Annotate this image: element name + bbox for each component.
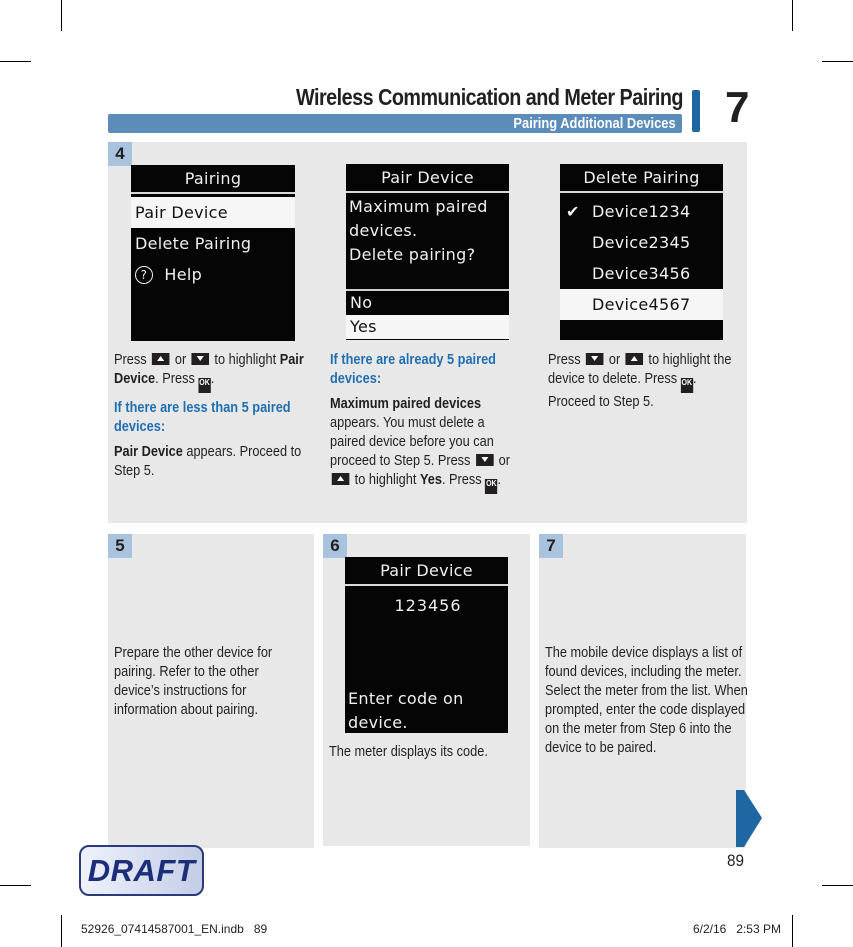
- meter-screen-delete-pairing: Delete Pairing ✔ Device1234 Device2345 De…: [560, 164, 723, 340]
- ok-button-icon: OK: [680, 378, 693, 393]
- option-no: No: [350, 293, 373, 312]
- meter-screen-pairing: Pairing Pair Device Delete Pairing ? Hel…: [131, 165, 295, 341]
- step-6-panel: 6 Pair Device 123456 Enter code on devic…: [323, 534, 530, 846]
- crop-mark: [822, 885, 853, 886]
- device-item: Device2345: [592, 233, 691, 252]
- step-5-panel: 5 Prepare the other device for pairing. …: [108, 534, 314, 848]
- ok-button-icon: OK: [485, 479, 498, 494]
- condition-heading: If there are less than 5 paired devices:: [114, 400, 291, 435]
- option-yes: Yes: [346, 315, 509, 339]
- condition-heading: If there are already 5 paired devices:: [330, 352, 496, 387]
- screen-message-line: device.: [348, 713, 408, 732]
- step-number: 7: [539, 534, 563, 558]
- down-button-icon: [475, 454, 494, 466]
- help-icon: ?: [135, 266, 153, 284]
- step-number: 5: [108, 534, 132, 558]
- next-page-arrow-icon: [736, 790, 762, 847]
- crop-mark: [822, 61, 853, 62]
- footer-filename: 52926_07414587001_EN.indb 89: [81, 922, 268, 936]
- page-number: 89: [726, 851, 744, 870]
- step-number: 4: [108, 142, 132, 166]
- section-subtitle: Pairing Additional Devices: [513, 115, 676, 132]
- checkmark-icon: ✔: [566, 202, 580, 221]
- meter-screen-max-paired: Pair Device Maximum paired devices. Dele…: [346, 164, 509, 340]
- up-button-icon: [151, 353, 170, 365]
- step-number: 6: [323, 534, 347, 558]
- menu-item-help: ? Help: [131, 259, 295, 290]
- meter-screen-pair-code: Pair Device 123456 Enter code on device.: [345, 557, 508, 733]
- screen-message-line: Enter code on: [348, 689, 464, 708]
- ok-button-icon: OK: [198, 378, 211, 393]
- footer-timestamp: 6/2/16 2:53 PM: [692, 922, 781, 936]
- step-4-text-col1: Press or to highlight Pair Device. Press…: [114, 351, 308, 487]
- down-button-icon: [585, 353, 604, 365]
- step-4-text-col2: If there are already 5 paired devices: M…: [330, 351, 519, 494]
- crop-mark: [61, 915, 62, 947]
- crop-mark: [0, 885, 31, 886]
- screen-message-line: Maximum paired: [349, 197, 488, 216]
- step-5-text: Prepare the other device for pairing. Re…: [114, 645, 273, 718]
- help-label: Help: [164, 265, 203, 284]
- menu-item-delete-pairing: Delete Pairing: [135, 234, 252, 253]
- crop-mark: [792, 915, 793, 947]
- step-7-text: The mobile device displays a list of fou…: [545, 645, 748, 756]
- section-bar: Pairing Additional Devices: [108, 114, 682, 133]
- screen-message-line: devices.: [349, 221, 418, 240]
- chapter-marker: [692, 90, 700, 132]
- device-item: Device3456: [592, 264, 691, 283]
- crop-mark: [0, 61, 31, 62]
- screen-title: Pair Device: [345, 557, 508, 586]
- step-7-panel: 7 The mobile device displays a list of f…: [539, 534, 748, 848]
- step-4-panel: 4 Pairing Pair Device Delete Pairing ? H…: [108, 142, 747, 523]
- up-button-icon: [625, 353, 644, 365]
- up-button-icon: [331, 473, 350, 485]
- device-item-selected: Device4567: [560, 289, 723, 320]
- menu-item-pair-device: Pair Device: [131, 197, 295, 228]
- device-item: ✔ Device1234: [560, 196, 723, 227]
- down-button-icon: [191, 353, 210, 365]
- screen-title: Pair Device: [346, 164, 509, 193]
- screen-title: Pairing: [131, 165, 295, 194]
- step-6-text: The meter displays its code.: [329, 744, 488, 760]
- page-title: Wireless Communication and Meter Pairing: [296, 84, 683, 110]
- screen-title: Delete Pairing: [560, 164, 723, 193]
- pairing-code: 123456: [394, 596, 462, 615]
- chapter-number: 7: [725, 83, 750, 132]
- crop-mark: [61, 0, 62, 31]
- step-4-text-col3: Press or to highlight the device to dele…: [548, 352, 732, 410]
- screen-message-line: Delete pairing?: [349, 245, 476, 264]
- crop-mark: [792, 0, 793, 31]
- draft-watermark: DRAFT: [79, 845, 204, 896]
